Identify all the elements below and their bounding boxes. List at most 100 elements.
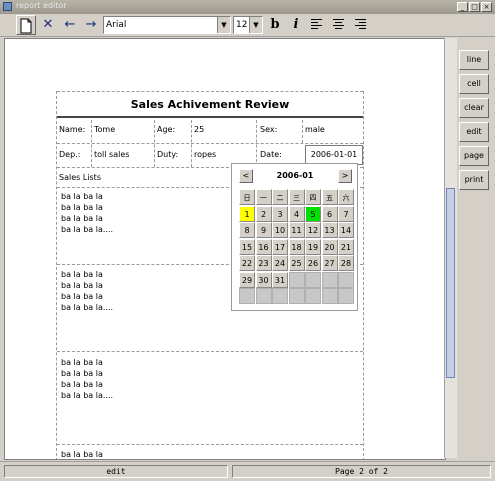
sales-list-block-4[interactable]: ba la ba la bbox=[61, 449, 103, 459]
date-field[interactable]: 2006-01-01 bbox=[305, 145, 363, 165]
sales-list-block-3[interactable]: ba la ba la ba la ba la ba la ba la ba l… bbox=[61, 357, 113, 401]
date-picker-popup[interactable]: < 2006-01 > 日一二三四五六 1 2 3 4 5 6 7 8 9 10 11 12 13 14 15… bbox=[231, 163, 358, 311]
vertical-scrollbar[interactable] bbox=[444, 38, 457, 458]
editor-canvas[interactable]: Sales Achivement Review Name: Tome Age: … bbox=[4, 38, 446, 460]
report-title[interactable]: Sales Achivement Review bbox=[57, 91, 363, 118]
italic-button[interactable]: i bbox=[286, 15, 306, 35]
weekday-header: 日 bbox=[239, 189, 255, 205]
prev-month-button[interactable]: < bbox=[239, 169, 253, 183]
column-divider bbox=[256, 120, 257, 167]
bold-button[interactable]: b bbox=[265, 15, 285, 35]
line-button[interactable]: line bbox=[459, 50, 489, 70]
chevron-down-icon: ▼ bbox=[249, 17, 262, 33]
delete-button[interactable]: ✕ bbox=[38, 15, 58, 35]
calendar-day[interactable]: 4 bbox=[288, 205, 305, 222]
app-icon bbox=[3, 2, 12, 11]
age-value[interactable]: 25 bbox=[192, 120, 254, 140]
status-bar: edit Page 2 of 2 bbox=[0, 461, 495, 481]
calendar-day[interactable]: 5 bbox=[305, 205, 321, 222]
sales-list-block-2[interactable]: ba la ba la ba la ba la ba la ba la ba l… bbox=[61, 269, 113, 313]
sales-lists-label: Sales Lists bbox=[59, 173, 101, 182]
list-line: ba la ba la bbox=[61, 380, 103, 389]
calendar-day[interactable]: 10 bbox=[272, 222, 288, 238]
x-delete-icon: ✕ bbox=[42, 17, 54, 32]
calendar-day[interactable]: 17 bbox=[272, 238, 288, 255]
calendar-empty-cell bbox=[272, 288, 288, 304]
align-center-button[interactable] bbox=[333, 19, 344, 31]
window-title: report editor bbox=[16, 1, 67, 10]
new-document-icon bbox=[20, 18, 32, 34]
name-value[interactable]: Tome bbox=[92, 120, 154, 140]
calendar-empty-cell bbox=[305, 288, 321, 304]
page-button[interactable]: page bbox=[459, 146, 489, 166]
new-document-button[interactable] bbox=[16, 15, 36, 35]
calendar-day[interactable]: 11 bbox=[288, 222, 305, 238]
calendar-day[interactable]: 15 bbox=[239, 238, 255, 255]
font-name-select[interactable]: Arial ▼ bbox=[103, 16, 231, 34]
align-left-button[interactable] bbox=[311, 19, 322, 31]
print-button[interactable]: print bbox=[459, 170, 489, 190]
clear-button[interactable]: clear bbox=[459, 98, 489, 118]
calendar-day[interactable]: 7 bbox=[338, 205, 354, 222]
duty-value[interactable]: ropes bbox=[192, 145, 254, 165]
weekday-header: 四 bbox=[305, 189, 321, 205]
undo-button[interactable]: ← bbox=[60, 15, 80, 35]
calendar-day[interactable]: 3 bbox=[272, 205, 288, 222]
cell-button[interactable]: cell bbox=[459, 74, 489, 94]
column-divider bbox=[154, 120, 155, 167]
calendar-day[interactable]: 6 bbox=[321, 205, 338, 222]
font-size-select[interactable]: 12 ▼ bbox=[233, 16, 263, 34]
calendar-day[interactable]: 29 bbox=[239, 271, 255, 288]
calendar-day[interactable]: 20 bbox=[321, 238, 338, 255]
calendar-day[interactable]: 9 bbox=[255, 222, 272, 238]
calendar-day[interactable]: 21 bbox=[338, 238, 354, 255]
row-divider bbox=[57, 444, 363, 445]
list-line: ba la ba la.... bbox=[61, 391, 114, 400]
calendar-day[interactable]: 26 bbox=[305, 255, 321, 271]
calendar-day[interactable]: 22 bbox=[239, 255, 255, 271]
calendar-day[interactable]: 13 bbox=[321, 222, 338, 238]
maximize-icon[interactable]: □ bbox=[469, 2, 480, 12]
calendar-day[interactable]: 18 bbox=[288, 238, 305, 255]
status-page: Page 2 of 2 bbox=[232, 465, 491, 478]
redo-button[interactable]: → bbox=[81, 15, 101, 35]
toolbar: ✕ ← → Arial ▼ 12 ▼ b i bbox=[0, 14, 495, 37]
list-line: ba la ba la.... bbox=[61, 225, 114, 234]
calendar-day[interactable]: 12 bbox=[305, 222, 321, 238]
minimize-icon[interactable]: _ bbox=[457, 2, 468, 12]
chevron-down-icon: ▼ bbox=[217, 17, 230, 33]
calendar-empty-cell bbox=[338, 288, 354, 304]
scrollbar-thumb[interactable] bbox=[446, 188, 455, 378]
calendar-day[interactable]: 23 bbox=[255, 255, 272, 271]
calendar-day[interactable]: 8 bbox=[239, 222, 255, 238]
align-right-button[interactable] bbox=[355, 19, 366, 31]
sex-value[interactable]: male bbox=[303, 120, 363, 140]
calendar-day[interactable]: 27 bbox=[321, 255, 338, 271]
name-label: Name: bbox=[59, 125, 86, 134]
calendar-day[interactable]: 31 bbox=[272, 271, 288, 288]
calendar-day[interactable]: 25 bbox=[288, 255, 305, 271]
calendar-day[interactable]: 14 bbox=[338, 222, 354, 238]
dep-value[interactable]: toll sales bbox=[92, 145, 154, 165]
calendar-day[interactable]: 16 bbox=[255, 238, 272, 255]
close-window-icon[interactable]: × bbox=[481, 2, 492, 12]
calendar-empty-cell bbox=[255, 288, 272, 304]
list-line: ba la ba la.... bbox=[61, 303, 114, 312]
calendar-empty-cell bbox=[239, 288, 255, 304]
calendar-empty-cell bbox=[321, 288, 338, 304]
calendar-day[interactable]: 19 bbox=[305, 238, 321, 255]
list-line: ba la ba la bbox=[61, 203, 103, 212]
edit-button[interactable]: edit bbox=[459, 122, 489, 142]
date-label: Date: bbox=[260, 150, 282, 159]
next-month-button[interactable]: > bbox=[338, 169, 352, 183]
calendar-day[interactable]: 28 bbox=[338, 255, 354, 271]
status-mode: edit bbox=[4, 465, 228, 478]
calendar-day[interactable]: 24 bbox=[272, 255, 288, 271]
calendar-day[interactable]: 1 bbox=[239, 205, 255, 222]
calendar-day[interactable]: 2 bbox=[255, 205, 272, 222]
sex-label: Sex: bbox=[260, 125, 278, 134]
list-line: ba la ba la bbox=[61, 281, 103, 290]
calendar-day[interactable]: 30 bbox=[255, 271, 272, 288]
column-divider bbox=[302, 120, 303, 143]
sales-list-block-1[interactable]: ba la ba la ba la ba la ba la ba la ba l… bbox=[61, 191, 113, 235]
